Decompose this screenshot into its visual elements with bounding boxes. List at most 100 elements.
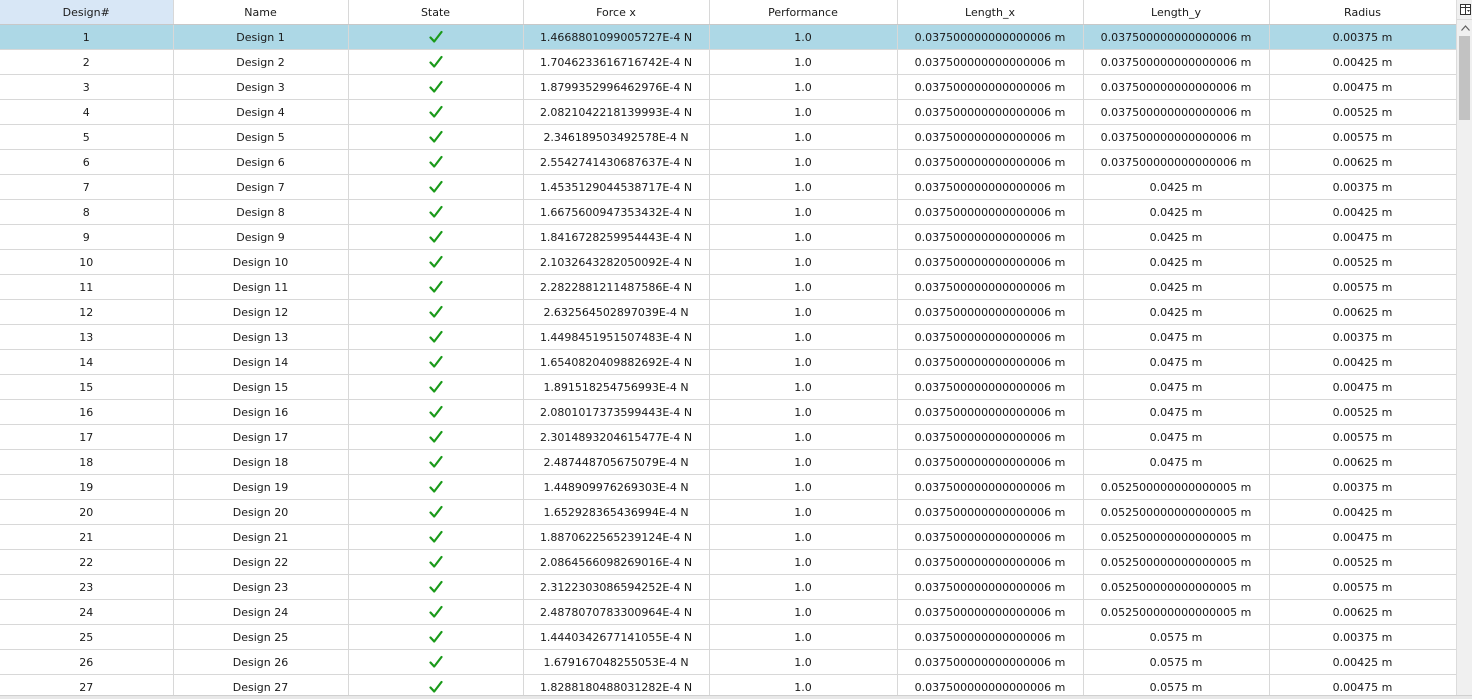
cell-length-x[interactable]: 0.037500000000000006 m [897,574,1084,600]
cell-design-number[interactable]: 4 [0,99,174,125]
cell-radius[interactable]: 0.00425 m [1269,649,1456,675]
cell-performance[interactable]: 1.0 [709,674,898,695]
cell-force-x[interactable]: 2.4878070783300964E-4 N [523,599,710,625]
cell-radius[interactable]: 0.00475 m [1269,374,1456,400]
cell-design-number[interactable]: 21 [0,524,174,550]
vertical-scrollbar[interactable] [1456,0,1472,695]
scrollbar-thumb[interactable] [1459,36,1470,120]
column-header-performance[interactable]: Performance [709,0,898,25]
cell-performance[interactable]: 1.0 [709,424,898,450]
cell-state[interactable] [348,449,524,475]
column-header-name[interactable]: Name [173,0,349,25]
cell-length-x[interactable]: 0.037500000000000006 m [897,449,1084,475]
cell-radius[interactable]: 0.00425 m [1269,49,1456,75]
cell-name[interactable]: Design 10 [173,249,349,275]
cell-length-y[interactable]: 0.052500000000000005 m [1083,574,1270,600]
cell-radius[interactable]: 0.00375 m [1269,24,1456,50]
cell-length-y[interactable]: 0.0475 m [1083,449,1270,475]
cell-length-x[interactable]: 0.037500000000000006 m [897,74,1084,100]
cell-name[interactable]: Design 23 [173,574,349,600]
cell-radius[interactable]: 0.00625 m [1269,449,1456,475]
cell-design-number[interactable]: 23 [0,574,174,600]
cell-length-x[interactable]: 0.037500000000000006 m [897,274,1084,300]
cell-name[interactable]: Design 11 [173,274,349,300]
table-row[interactable]: 15 Design 15 1.891518254756993E-4 N 1.0 0.03… [0,374,1456,400]
cell-performance[interactable]: 1.0 [709,649,898,675]
column-chooser-icon[interactable] [1457,0,1472,20]
cell-design-number[interactable]: 15 [0,374,174,400]
cell-state[interactable] [348,74,524,100]
cell-design-number[interactable]: 5 [0,124,174,150]
cell-length-x[interactable]: 0.037500000000000006 m [897,199,1084,225]
table-row[interactable]: 26 Design 26 1.679167048255053E-4 N 1.0 0.03… [0,649,1456,675]
cell-radius[interactable]: 0.00575 m [1269,424,1456,450]
cell-length-y[interactable]: 0.0425 m [1083,274,1270,300]
cell-name[interactable]: Design 3 [173,74,349,100]
table-row[interactable]: 7 Design 7 1.4535129044538717E-4 N 1.0 0.037… [0,174,1456,200]
cell-state[interactable] [348,374,524,400]
cell-force-x[interactable]: 2.2822881211487586E-4 N [523,274,710,300]
cell-length-y[interactable]: 0.037500000000000006 m [1083,24,1270,50]
cell-design-number[interactable]: 18 [0,449,174,475]
cell-performance[interactable]: 1.0 [709,124,898,150]
cell-force-x[interactable]: 1.652928365436994E-4 N [523,499,710,525]
cell-design-number[interactable]: 12 [0,299,174,325]
cell-radius[interactable]: 0.00525 m [1269,549,1456,575]
cell-state[interactable] [348,349,524,375]
cell-state[interactable] [348,49,524,75]
cell-radius[interactable]: 0.00625 m [1269,599,1456,625]
cell-performance[interactable]: 1.0 [709,49,898,75]
cell-force-x[interactable]: 1.7046233616716742E-4 N [523,49,710,75]
cell-radius[interactable]: 0.00575 m [1269,274,1456,300]
cell-name[interactable]: Design 25 [173,624,349,650]
cell-length-y[interactable]: 0.052500000000000005 m [1083,524,1270,550]
cell-length-x[interactable]: 0.037500000000000006 m [897,499,1084,525]
cell-radius[interactable]: 0.00575 m [1269,124,1456,150]
cell-force-x[interactable]: 1.4668801099005727E-4 N [523,24,710,50]
cell-performance[interactable]: 1.0 [709,599,898,625]
cell-force-x[interactable]: 1.8288180488031282E-4 N [523,674,710,695]
cell-state[interactable] [348,574,524,600]
cell-length-x[interactable]: 0.037500000000000006 m [897,124,1084,150]
cell-performance[interactable]: 1.0 [709,399,898,425]
cell-length-x[interactable]: 0.037500000000000006 m [897,474,1084,500]
cell-length-y[interactable]: 0.052500000000000005 m [1083,499,1270,525]
cell-length-x[interactable]: 0.037500000000000006 m [897,649,1084,675]
cell-radius[interactable]: 0.00375 m [1269,324,1456,350]
cell-length-x[interactable]: 0.037500000000000006 m [897,224,1084,250]
cell-length-x[interactable]: 0.037500000000000006 m [897,599,1084,625]
cell-radius[interactable]: 0.00425 m [1269,499,1456,525]
cell-length-x[interactable]: 0.037500000000000006 m [897,299,1084,325]
cell-name[interactable]: Design 21 [173,524,349,550]
cell-performance[interactable]: 1.0 [709,449,898,475]
cell-performance[interactable]: 1.0 [709,99,898,125]
cell-force-x[interactable]: 2.0864566098269016E-4 N [523,549,710,575]
cell-length-x[interactable]: 0.037500000000000006 m [897,24,1084,50]
cell-radius[interactable]: 0.00625 m [1269,299,1456,325]
cell-state[interactable] [348,399,524,425]
table-row[interactable]: 16 Design 16 2.0801017373599443E-4 N 1.0 0.0… [0,399,1456,425]
cell-radius[interactable]: 0.00425 m [1269,349,1456,375]
cell-radius[interactable]: 0.00375 m [1269,174,1456,200]
cell-radius[interactable]: 0.00525 m [1269,99,1456,125]
cell-name[interactable]: Design 2 [173,49,349,75]
cell-design-number[interactable]: 22 [0,549,174,575]
cell-force-x[interactable]: 2.3014893204615477E-4 N [523,424,710,450]
cell-design-number[interactable]: 20 [0,499,174,525]
cell-length-y[interactable]: 0.0475 m [1083,324,1270,350]
table-row[interactable]: 18 Design 18 2.487448705675079E-4 N 1.0 0.03… [0,449,1456,475]
cell-state[interactable] [348,24,524,50]
cell-force-x[interactable]: 1.4440342677141055E-4 N [523,624,710,650]
cell-state[interactable] [348,324,524,350]
table-row[interactable]: 23 Design 23 2.3122303086594252E-4 N 1.0 0.0… [0,574,1456,600]
cell-name[interactable]: Design 19 [173,474,349,500]
cell-force-x[interactable]: 2.0801017373599443E-4 N [523,399,710,425]
table-row[interactable]: 14 Design 14 1.6540820409882692E-4 N 1.0 0.0… [0,349,1456,375]
cell-length-y[interactable]: 0.0475 m [1083,374,1270,400]
cell-design-number[interactable]: 8 [0,199,174,225]
cell-name[interactable]: Design 22 [173,549,349,575]
cell-force-x[interactable]: 1.6540820409882692E-4 N [523,349,710,375]
cell-force-x[interactable]: 2.1032643282050092E-4 N [523,249,710,275]
cell-state[interactable] [348,499,524,525]
cell-radius[interactable]: 0.00425 m [1269,199,1456,225]
